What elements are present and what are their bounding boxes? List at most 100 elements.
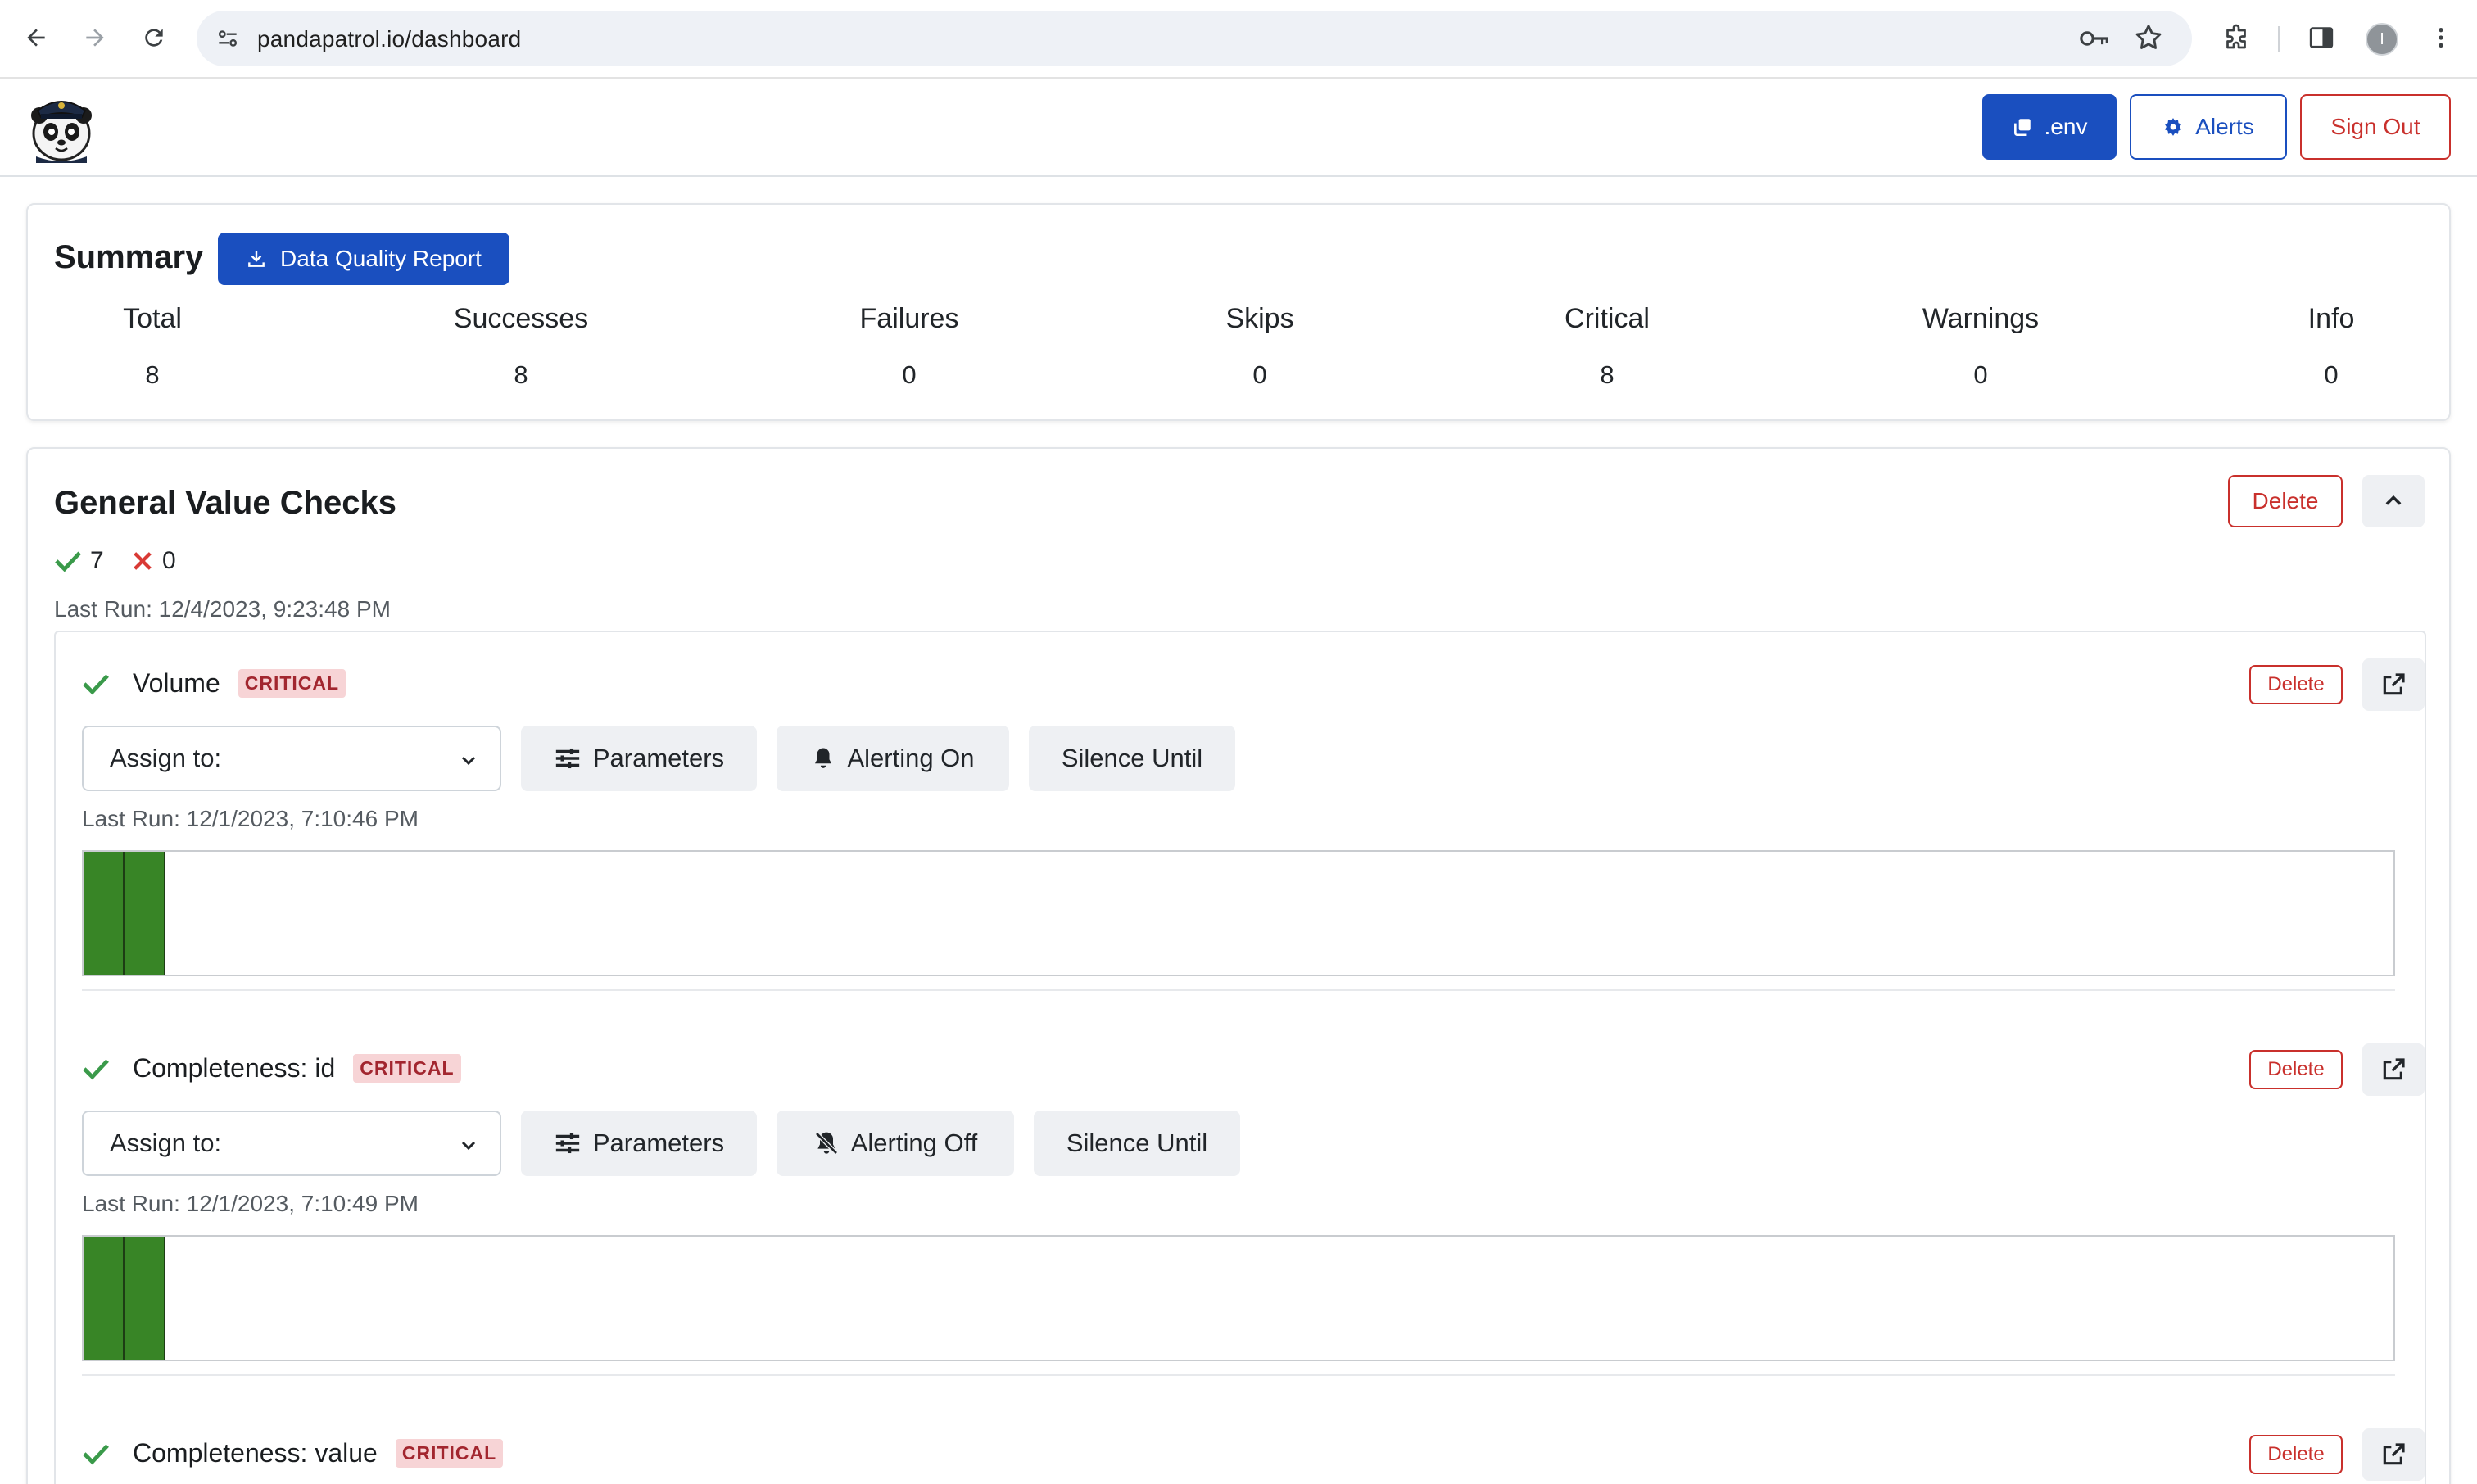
check-icon — [55, 551, 81, 572]
group-delete-button[interactable]: Delete — [2228, 475, 2343, 527]
download-icon — [248, 251, 265, 267]
data-quality-report-label: Data Quality Report — [280, 246, 482, 271]
severity-badge: CRITICAL — [238, 669, 346, 698]
summary-title: Summary — [54, 239, 204, 275]
history-pass-segment[interactable] — [84, 852, 125, 975]
stat-label: Total — [123, 303, 182, 334]
stat-value: 0 — [902, 360, 917, 389]
stat-label: Warnings — [1922, 303, 2040, 334]
env-button[interactable]: .env — [1982, 94, 2117, 160]
group-title: General Value Checks — [54, 485, 397, 521]
gear-icon — [2165, 118, 2182, 136]
reload-icon — [145, 29, 163, 47]
open-external-button[interactable] — [2362, 1043, 2425, 1096]
external-link-icon — [2383, 1058, 2405, 1080]
history-pass-segment[interactable] — [125, 1237, 165, 1360]
forward-button[interactable] — [72, 15, 118, 61]
address-bar[interactable]: pandapatrol.io/dashboard — [197, 11, 2192, 66]
check-divider — [82, 1374, 2395, 1376]
stat-value: 0 — [2324, 360, 2339, 389]
env-button-label: .env — [2044, 114, 2088, 139]
kebab-menu-icon — [2439, 28, 2443, 48]
check-delete-button[interactable]: Delete — [2249, 1435, 2343, 1474]
stat-value: 0 — [1973, 360, 1988, 389]
stat-label: Skips — [1225, 303, 1294, 334]
check-delete-button[interactable]: Delete — [2249, 1050, 2343, 1089]
data-quality-report-button[interactable]: Data Quality Report — [218, 233, 509, 285]
checks-list: Volume CRITICAL Delete Assign to: Parame… — [54, 631, 2426, 1484]
check-divider — [82, 989, 2395, 991]
fail-count: 0 — [131, 547, 176, 575]
parameters-button[interactable]: Parameters — [521, 726, 757, 791]
chevron-down-icon — [461, 756, 476, 766]
check-header: Volume CRITICAL — [82, 668, 346, 699]
open-external-button[interactable] — [2362, 658, 2425, 711]
chevron-up-icon — [2385, 495, 2402, 505]
toolbar-separator — [2278, 26, 2280, 52]
assign-to-select[interactable]: Assign to: — [82, 726, 501, 791]
external-link-icon — [2383, 1443, 2405, 1465]
sign-out-label: Sign Out — [2330, 114, 2420, 139]
stat-value: 8 — [145, 360, 160, 389]
general-value-checks-card: General Value Checks Delete 7 0 Last Run… — [26, 447, 2451, 1484]
side-panel-button[interactable] — [2298, 15, 2344, 61]
check-name: Completeness: id — [133, 1053, 336, 1083]
silence-until-label: Silence Until — [1061, 744, 1203, 772]
url-text[interactable]: pandapatrol.io/dashboard — [257, 26, 521, 52]
browser-toolbar: pandapatrol.io/dashboard I — [0, 0, 2477, 79]
assign-to-select[interactable]: Assign to: — [82, 1111, 501, 1176]
check-name: Completeness: value — [133, 1438, 378, 1468]
arrow-left-icon — [27, 29, 45, 47]
sliders-icon — [555, 1133, 580, 1154]
alerts-button-label: Alerts — [2195, 114, 2254, 139]
check-last-run: Last Run: 12/1/2023, 7:10:46 PM — [82, 806, 419, 831]
browser-menu-button[interactable] — [2418, 15, 2464, 61]
chevron-down-icon — [461, 1141, 476, 1151]
open-external-button[interactable] — [2362, 1428, 2425, 1481]
site-info-icon[interactable] — [215, 25, 241, 56]
alerting-toggle-button[interactable]: Alerting On — [777, 726, 1009, 791]
key-icon[interactable] — [2079, 24, 2112, 57]
stat-label: Failures — [859, 303, 959, 334]
alerting-label: Alerting Off — [850, 1129, 978, 1157]
app-header: .env Alerts Sign Out — [0, 79, 2477, 177]
pass-count: 7 — [54, 547, 104, 575]
check-last-run: Last Run: 12/1/2023, 7:10:49 PM — [82, 1191, 419, 1216]
run-history-bar — [82, 850, 2395, 976]
check-icon — [83, 673, 109, 694]
stat-label: Info — [2307, 303, 2355, 334]
parameters-label: Parameters — [592, 744, 725, 772]
assign-to-label: Assign to: — [110, 1129, 222, 1157]
panda-logo[interactable] — [28, 91, 95, 163]
check-icon — [83, 1443, 109, 1464]
stat-value: 0 — [1252, 360, 1267, 389]
parameters-label: Parameters — [592, 1129, 725, 1157]
reload-button[interactable] — [131, 15, 177, 61]
severity-badge: CRITICAL — [395, 1439, 504, 1468]
check-header: Completeness: value CRITICAL — [82, 1438, 504, 1468]
stat-value: 8 — [514, 360, 528, 389]
extensions-button[interactable] — [2213, 15, 2259, 61]
check-name: Volume — [133, 668, 220, 698]
sign-out-button[interactable]: Sign Out — [2300, 94, 2451, 160]
sliders-icon — [555, 748, 580, 769]
alerts-button[interactable]: Alerts — [2130, 94, 2287, 160]
bookmark-star-icon[interactable] — [2133, 22, 2164, 57]
run-history-bar — [82, 1235, 2395, 1361]
pass-count-value: 7 — [90, 547, 104, 574]
check-delete-button[interactable]: Delete — [2249, 665, 2343, 704]
profile-avatar[interactable]: I — [2366, 23, 2398, 56]
alerting-toggle-button[interactable]: Alerting Off — [777, 1111, 1014, 1176]
collapse-button[interactable] — [2362, 475, 2425, 527]
side-panel-icon — [2309, 27, 2334, 48]
parameters-button[interactable]: Parameters — [521, 1111, 757, 1176]
history-pass-segment[interactable] — [84, 1237, 125, 1360]
stat-label: Critical — [1565, 303, 1650, 334]
history-pass-segment[interactable] — [125, 852, 165, 975]
check-icon — [83, 1058, 109, 1079]
back-button[interactable] — [13, 15, 59, 61]
silence-until-button[interactable]: Silence Until — [1034, 1111, 1240, 1176]
silence-until-button[interactable]: Silence Until — [1029, 726, 1235, 791]
external-link-icon — [2383, 673, 2405, 695]
summary-card: Summary Data Quality Report Total 8 Succes… — [26, 203, 2451, 421]
